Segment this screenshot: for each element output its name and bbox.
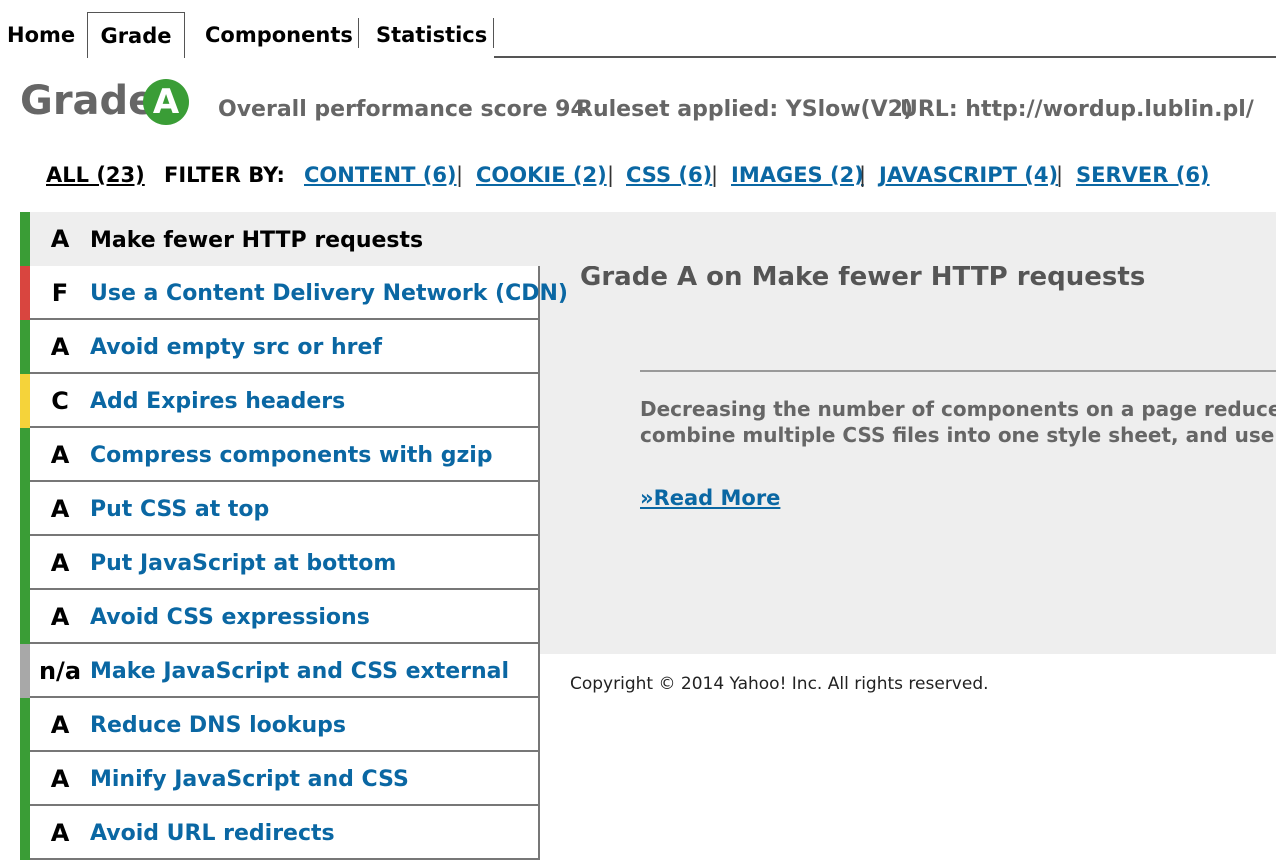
grade-color-bar bbox=[20, 428, 30, 482]
grade-color-bar bbox=[20, 590, 30, 644]
grade-color-bar bbox=[20, 644, 30, 698]
filter-images-link[interactable]: IMAGES (2) bbox=[731, 160, 864, 190]
filter-all-link[interactable]: ALL (23) bbox=[46, 160, 145, 190]
rule-detail-title: Grade A on Make fewer HTTP requests bbox=[580, 266, 1146, 292]
rule-row[interactable]: n/a Make JavaScript and CSS external bbox=[20, 644, 540, 698]
filter-separator: | bbox=[1056, 163, 1064, 187]
rule-name-link[interactable]: Make fewer HTTP requests bbox=[90, 212, 423, 266]
filter-separator: | bbox=[711, 163, 719, 187]
tab-bar: Home Grade Components Statistics bbox=[0, 0, 1276, 58]
rule-grade: n/a bbox=[38, 657, 82, 685]
rule-grade: A bbox=[50, 549, 70, 577]
rule-name-link[interactable]: Avoid empty src or href bbox=[90, 320, 382, 374]
rule-row[interactable]: A Reduce DNS lookups bbox=[20, 698, 540, 752]
grade-color-bar bbox=[20, 536, 30, 590]
rule-grade: F bbox=[51, 279, 69, 307]
rule-row[interactable]: A Put JavaScript at bottom bbox=[20, 536, 540, 590]
rule-row[interactable]: A Avoid empty src or href bbox=[20, 320, 540, 374]
grade-color-bar bbox=[20, 482, 30, 536]
tab-underline bbox=[494, 56, 1276, 58]
rule-name-link[interactable]: Put CSS at top bbox=[90, 482, 269, 536]
rule-name-link[interactable]: Avoid URL redirects bbox=[90, 806, 335, 860]
filter-separator: | bbox=[607, 163, 615, 187]
rule-row[interactable]: A Avoid CSS expressions bbox=[20, 590, 540, 644]
page-title: Grade bbox=[20, 78, 156, 124]
rule-grade: A bbox=[50, 495, 70, 523]
rule-detail-panel: Grade A on Make fewer HTTP requests Decr… bbox=[540, 266, 1276, 654]
page-url: URL: http://wordup.lublin.pl/ bbox=[900, 97, 1254, 122]
grade-color-bar bbox=[20, 806, 30, 860]
rule-name-link[interactable]: Reduce DNS lookups bbox=[90, 698, 346, 752]
ruleset-applied: Ruleset applied: YSlow(V2) bbox=[576, 97, 914, 122]
grade-color-bar bbox=[20, 374, 30, 428]
rule-row[interactable]: A Minify JavaScript and CSS bbox=[20, 752, 540, 806]
rule-row[interactable]: C Add Expires headers bbox=[20, 374, 540, 428]
rule-row[interactable]: A Compress components with gzip bbox=[20, 428, 540, 482]
rule-grade: A bbox=[50, 603, 70, 631]
detail-divider bbox=[640, 370, 1276, 372]
rule-name-link[interactable]: Compress components with gzip bbox=[90, 428, 493, 482]
grade-color-bar bbox=[20, 320, 30, 374]
overall-grade-badge: A bbox=[143, 79, 189, 125]
tab-divider bbox=[493, 18, 494, 48]
grade-color-bar bbox=[20, 266, 30, 320]
rule-row[interactable]: A Put CSS at top bbox=[20, 482, 540, 536]
copyright-text: Copyright © 2014 Yahoo! Inc. All rights … bbox=[570, 674, 989, 694]
rule-grade: A bbox=[50, 333, 70, 361]
rule-grade: A bbox=[50, 765, 70, 793]
rule-name-link[interactable]: Minify JavaScript and CSS bbox=[90, 752, 409, 806]
rule-grade: A bbox=[50, 711, 70, 739]
rule-row[interactable]: F Use a Content Delivery Network (CDN) bbox=[20, 266, 568, 320]
tab-divider bbox=[358, 18, 359, 48]
tab-statistics[interactable]: Statistics bbox=[376, 14, 487, 56]
tab-home[interactable]: Home bbox=[7, 14, 75, 56]
filter-server-link[interactable]: SERVER (6) bbox=[1076, 160, 1210, 190]
rule-name-link[interactable]: Use a Content Delivery Network (CDN) bbox=[90, 266, 568, 320]
filter-by-label: FILTER BY: bbox=[164, 163, 285, 187]
rule-grade: C bbox=[51, 387, 69, 415]
rule-grade: A bbox=[50, 819, 70, 847]
filter-css-link[interactable]: CSS (6) bbox=[626, 160, 712, 190]
filter-javascript-link[interactable]: JAVASCRIPT (4) bbox=[879, 160, 1058, 190]
filter-content-link[interactable]: CONTENT (6) bbox=[304, 160, 457, 190]
grade-color-bar bbox=[20, 752, 30, 806]
tab-grade[interactable]: Grade bbox=[87, 12, 185, 58]
rule-name-link[interactable]: Avoid CSS expressions bbox=[90, 590, 370, 644]
grade-color-bar bbox=[20, 698, 30, 752]
rule-grade: A bbox=[50, 441, 70, 469]
rule-row[interactable]: A Avoid URL redirects bbox=[20, 806, 540, 860]
rule-detail-text: Decreasing the number of components on a… bbox=[640, 397, 1276, 447]
tab-components[interactable]: Components bbox=[205, 14, 353, 56]
rule-grade: A bbox=[50, 225, 70, 253]
overall-score: Overall performance score 94 bbox=[218, 97, 586, 122]
grade-color-bar bbox=[20, 212, 30, 268]
read-more-link[interactable]: »Read More bbox=[640, 486, 780, 510]
rule-name-link[interactable]: Add Expires headers bbox=[90, 374, 345, 428]
filter-cookie-link[interactable]: COOKIE (2) bbox=[476, 160, 607, 190]
filter-separator: | bbox=[859, 163, 867, 187]
filter-separator: | bbox=[456, 163, 464, 187]
rule-row[interactable]: A Make fewer HTTP requests bbox=[20, 212, 1276, 268]
rule-name-link[interactable]: Put JavaScript at bottom bbox=[90, 536, 396, 590]
rule-name-link[interactable]: Make JavaScript and CSS external bbox=[90, 644, 509, 698]
